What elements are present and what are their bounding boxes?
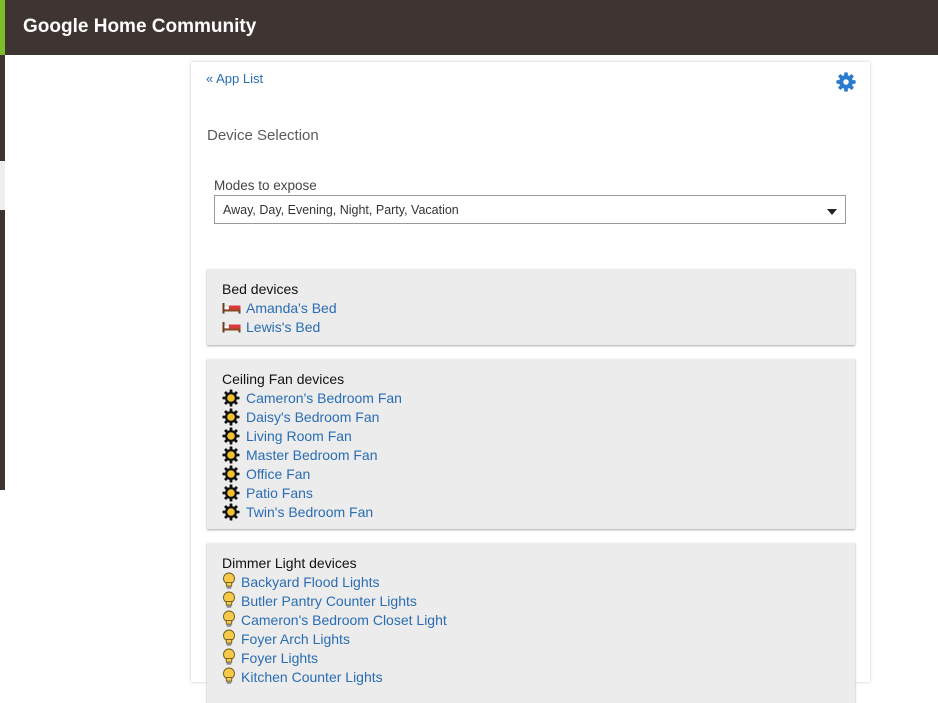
bed-devices-group: Bed devices Amanda's Bed Lewis's Bed [207,269,855,345]
device-link[interactable]: Living Room Fan [246,428,352,444]
device-link[interactable]: Kitchen Counter Lights [241,669,383,685]
fan-icon [222,503,240,521]
device-link[interactable]: Master Bedroom Fan [246,447,378,463]
device-link[interactable]: Foyer Arch Lights [241,631,350,647]
group-title: Bed devices [222,281,299,297]
app-list-link[interactable]: « App List [206,71,263,86]
fan-icon [222,408,240,426]
device-item[interactable]: Cameron's Bedroom Closet Light [222,610,840,630]
main-panel: « App List Device Selection Modes to exp… [191,62,870,703]
device-item[interactable]: Cameron's Bedroom Fan [222,389,840,408]
bulb-icon [223,572,235,589]
top-bar: Google Home Community [0,0,938,61]
bulb-icon [223,629,235,646]
bed-icon [222,322,241,333]
device-item[interactable]: Living Room Fan [222,427,840,446]
section-title: Device Selection [207,127,319,144]
bulb-icon [223,610,235,627]
device-link[interactable]: Foyer Lights [241,650,318,666]
modes-label: Modes to expose [214,178,317,193]
device-link[interactable]: Amanda's Bed [246,300,337,316]
fan-icon [222,389,240,407]
device-link[interactable]: Twin's Bedroom Fan [246,504,373,520]
group-title: Dimmer Light devices [222,555,357,571]
fan-icon [222,465,240,483]
device-item[interactable]: Foyer Arch Lights [222,629,840,649]
fan-icon [222,484,240,502]
fan-icon [222,446,240,464]
bulb-icon [223,648,235,665]
device-item[interactable]: Patio Fans [222,484,840,503]
device-item[interactable]: Lewis's Bed [222,318,840,337]
device-link[interactable]: Patio Fans [246,485,313,501]
device-item[interactable]: Foyer Lights [222,648,840,668]
device-item[interactable]: Kitchen Counter Lights [222,667,840,687]
device-item[interactable]: Amanda's Bed [222,299,840,318]
dimmer-light-devices-group: Dimmer Light devices Backyard Flood Ligh… [207,543,855,703]
device-item[interactable]: Office Fan [222,465,840,484]
accent-stripe [0,0,5,61]
bulb-icon [223,667,235,684]
ceiling-fan-devices-group: Ceiling Fan devices Cameron's Bedroom Fa… [207,359,855,529]
bed-icon [222,303,241,314]
chevron-down-icon [827,209,837,215]
group-title: Ceiling Fan devices [222,371,345,387]
device-item[interactable]: Daisy's Bedroom Fan [222,408,840,427]
left-nav-strip [0,55,5,490]
device-link[interactable]: Backyard Flood Lights [241,574,380,590]
app-title: Google Home Community [23,16,257,37]
gear-icon[interactable] [835,71,857,93]
device-link[interactable]: Butler Pantry Counter Lights [241,593,417,609]
device-link[interactable]: Daisy's Bedroom Fan [246,409,379,425]
left-nav-gap [0,161,5,210]
device-link[interactable]: Cameron's Bedroom Fan [246,390,402,406]
device-item[interactable]: Master Bedroom Fan [222,446,840,465]
modes-select-value: Away, Day, Evening, Night, Party, Vacati… [223,203,459,217]
fan-icon [222,427,240,445]
modes-select[interactable]: Away, Day, Evening, Night, Party, Vacati… [214,195,846,224]
bulb-icon [223,591,235,608]
device-link[interactable]: Cameron's Bedroom Closet Light [241,612,447,628]
device-link[interactable]: Office Fan [246,466,310,482]
device-item[interactable]: Butler Pantry Counter Lights [222,591,840,611]
device-item[interactable]: Twin's Bedroom Fan [222,503,840,522]
device-link[interactable]: Lewis's Bed [246,319,320,335]
device-item[interactable]: Backyard Flood Lights [222,572,840,592]
